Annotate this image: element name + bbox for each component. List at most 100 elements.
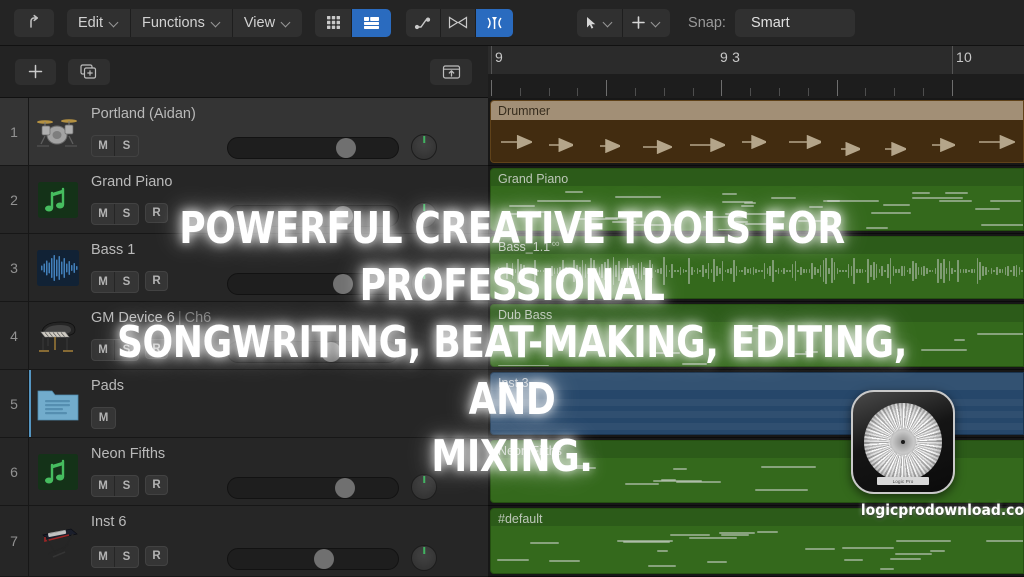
track-name[interactable]: Portland (Aidan) — [91, 106, 196, 122]
track-row[interactable]: 1 Portland (Aidan) M S — [0, 98, 488, 166]
mute-button[interactable]: M — [92, 476, 115, 496]
grid-view-button[interactable] — [315, 8, 353, 37]
flex-button[interactable] — [441, 8, 477, 37]
volume-slider[interactable] — [227, 137, 399, 159]
track-list[interactable]: 1 Portland (Aidan) M S 2 Grand Piano M S R 3 Ba… — [0, 98, 488, 577]
volume-slider[interactable] — [227, 341, 399, 363]
volume-slider[interactable] — [227, 273, 399, 295]
solo-button[interactable]: S — [115, 272, 138, 292]
mute-button[interactable]: M — [92, 340, 115, 360]
add-track-button[interactable] — [15, 58, 56, 85]
volume-slider-knob[interactable] — [333, 274, 353, 294]
volume-slider-knob[interactable] — [333, 206, 353, 226]
track-icon[interactable] — [31, 234, 85, 301]
solo-button[interactable]: S — [115, 476, 138, 496]
record-enable-button[interactable]: R — [145, 339, 168, 359]
mute-button[interactable]: M — [92, 204, 115, 224]
solo-button[interactable]: S — [115, 547, 138, 567]
pan-knob[interactable] — [411, 202, 437, 228]
mute-button[interactable]: M — [92, 408, 115, 428]
duplicate-track-button[interactable] — [68, 58, 110, 85]
menu-functions[interactable]: Functions — [131, 8, 233, 37]
track-icon[interactable] — [31, 98, 85, 165]
track-icon[interactable] — [31, 506, 85, 576]
solo-button[interactable]: S — [115, 204, 138, 224]
record-enable-button[interactable]: R — [145, 546, 168, 566]
solo-button[interactable]: S — [115, 340, 138, 360]
track-name[interactable]: Bass 1 — [91, 242, 135, 258]
pan-knob[interactable] — [411, 474, 437, 500]
region-header — [491, 305, 1023, 322]
pan-knob[interactable] — [411, 270, 437, 296]
waveform-bar — [931, 269, 934, 273]
volume-slider-knob[interactable] — [321, 342, 341, 362]
track-name[interactable]: GM Device 6 | Ch6 — [91, 310, 211, 326]
waveform-bar — [604, 262, 606, 280]
track-icon[interactable] — [31, 302, 85, 369]
watermark-caption: logicprodownload.com — [860, 501, 1024, 519]
ruler-tick — [836, 80, 838, 96]
catch-playhead-button[interactable] — [476, 8, 514, 37]
export-button[interactable] — [430, 58, 472, 85]
pointer-tool-button[interactable] — [577, 8, 624, 37]
record-enable-button[interactable]: R — [145, 271, 168, 291]
region[interactable]: Bass_1.1 ∞ — [490, 236, 1024, 299]
track-name[interactable]: Inst 6 — [91, 514, 126, 530]
volume-slider[interactable] — [227, 205, 399, 227]
waveform-bar — [562, 259, 564, 283]
list-view-button[interactable] — [352, 8, 392, 37]
waveform-bar — [833, 261, 836, 280]
waveform-bar — [808, 269, 811, 273]
record-enable-button[interactable]: R — [145, 203, 168, 223]
automation-button[interactable] — [406, 8, 442, 37]
track-name[interactable]: Grand Piano — [91, 174, 172, 190]
volume-slider-knob[interactable] — [336, 138, 356, 158]
track-row[interactable]: 2 Grand Piano M S R — [0, 166, 488, 234]
midi-note — [615, 196, 661, 198]
arrange-lane[interactable]: Grand Piano — [488, 166, 1024, 234]
track-row[interactable]: 6 Neon Fifths M S R — [0, 438, 488, 506]
waveform-bar — [889, 258, 892, 284]
track-icon[interactable] — [31, 166, 85, 233]
waveform-bar — [884, 269, 886, 273]
solo-button[interactable]: S — [115, 136, 138, 156]
menu-edit[interactable]: Edit — [67, 8, 131, 37]
waveform-bar — [710, 269, 713, 273]
track-row[interactable]: 3 Bass 1MSR — [0, 234, 488, 302]
midi-note — [625, 483, 660, 486]
region[interactable]: Drummer — [490, 100, 1024, 163]
mute-button[interactable]: M — [92, 547, 115, 567]
track-name[interactable]: Pads — [91, 378, 124, 394]
menu-view[interactable]: View — [233, 9, 302, 37]
pan-knob[interactable] — [411, 545, 437, 571]
arrange-lane[interactable]: Bass_1.1 ∞ — [488, 234, 1024, 302]
record-enable-button[interactable]: R — [145, 475, 168, 495]
region[interactable]: Dub Bass — [490, 304, 1024, 367]
volume-slider[interactable] — [227, 548, 399, 570]
arrange-lane[interactable]: Drummer — [488, 98, 1024, 166]
mute-button[interactable]: M — [92, 136, 115, 156]
track-number: 7 — [0, 506, 29, 576]
snap-value[interactable]: Smart — [734, 8, 855, 37]
track-row[interactable]: 5 Pads M — [0, 370, 488, 438]
waveform-bar — [859, 268, 861, 274]
volume-slider-knob[interactable] — [334, 478, 355, 498]
track-icon[interactable] — [31, 370, 85, 437]
track-row[interactable]: 4 GM Device 6 | Ch6 M S R — [0, 302, 488, 370]
secondary-tool-button[interactable] — [623, 9, 670, 37]
volume-slider-knob[interactable] — [313, 549, 334, 569]
ruler-mark-10: 10 — [956, 49, 972, 65]
arrange-lane[interactable]: Dub Bass — [488, 302, 1024, 370]
mute-button[interactable]: M — [92, 272, 115, 292]
track-name[interactable]: Neon Fifths — [91, 446, 165, 462]
ruler-tick — [663, 88, 665, 96]
timeline-ruler[interactable]: 9 9 3 10 — [488, 46, 1024, 98]
track-row[interactable]: 7 Inst 6 MSR — [0, 506, 488, 577]
pan-knob[interactable] — [411, 134, 437, 160]
drum-kit-icon — [35, 113, 81, 151]
chevron-down-icon — [652, 18, 661, 27]
back-button[interactable] — [14, 8, 54, 37]
volume-slider[interactable] — [227, 477, 399, 499]
track-icon[interactable] — [31, 438, 85, 505]
region[interactable]: Grand Piano — [490, 168, 1024, 231]
